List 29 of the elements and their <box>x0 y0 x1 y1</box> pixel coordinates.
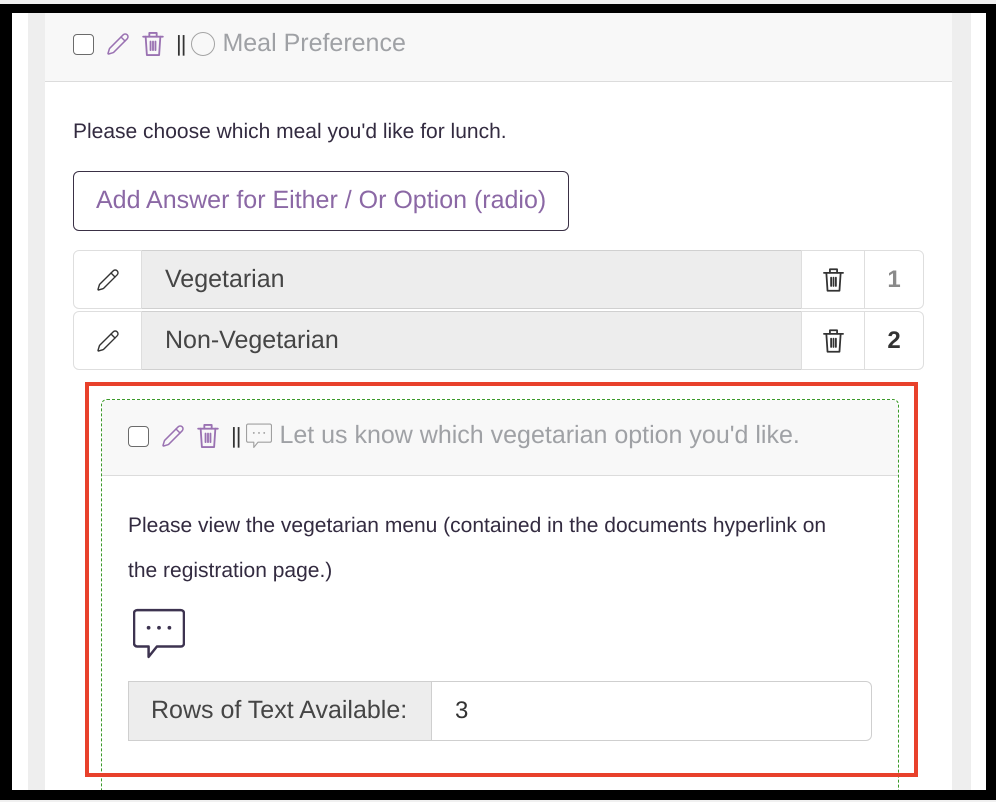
trash-icon[interactable] <box>142 32 164 56</box>
add-answer-button[interactable]: Add Answer for Either / Or Option (radio) <box>73 171 570 231</box>
pencil-icon[interactable] <box>106 32 130 56</box>
edit-button[interactable] <box>73 311 142 370</box>
answer-number: 2 <box>865 311 924 370</box>
edit-button[interactable] <box>73 250 142 309</box>
separator-text: || <box>231 425 240 447</box>
chat-bubble-icon <box>133 608 185 660</box>
trash-icon[interactable] <box>197 424 219 448</box>
answer-label: Non-Vegetarian <box>142 311 801 370</box>
checkbox[interactable] <box>128 426 149 446</box>
pencil-icon <box>96 268 120 292</box>
trash-icon <box>822 268 844 292</box>
answer-label: Vegetarian <box>142 250 801 309</box>
question-description: Please view the vegetarian menu (contained in the documents hyperlink on the registration page.) <box>128 513 828 584</box>
delete-button[interactable] <box>801 311 865 370</box>
trash-icon <box>822 328 844 352</box>
question-title: Meal Preference <box>222 28 406 60</box>
question-title: Let us know which vegetarian option you'd like. <box>279 420 800 452</box>
chat-bubble-icon <box>246 423 272 449</box>
separator-text: || <box>176 33 186 55</box>
pencil-icon[interactable] <box>161 424 185 448</box>
answer-number: 1 <box>865 250 924 309</box>
pencil-icon <box>96 328 120 352</box>
rows-input-field[interactable]: 3 <box>432 681 872 741</box>
question-description: Please choose which meal you'd like for lunch. <box>73 119 508 145</box>
delete-button[interactable] <box>801 250 865 309</box>
rows-label: Rows of Text Available: <box>128 681 432 741</box>
checkbox[interactable] <box>73 34 94 54</box>
